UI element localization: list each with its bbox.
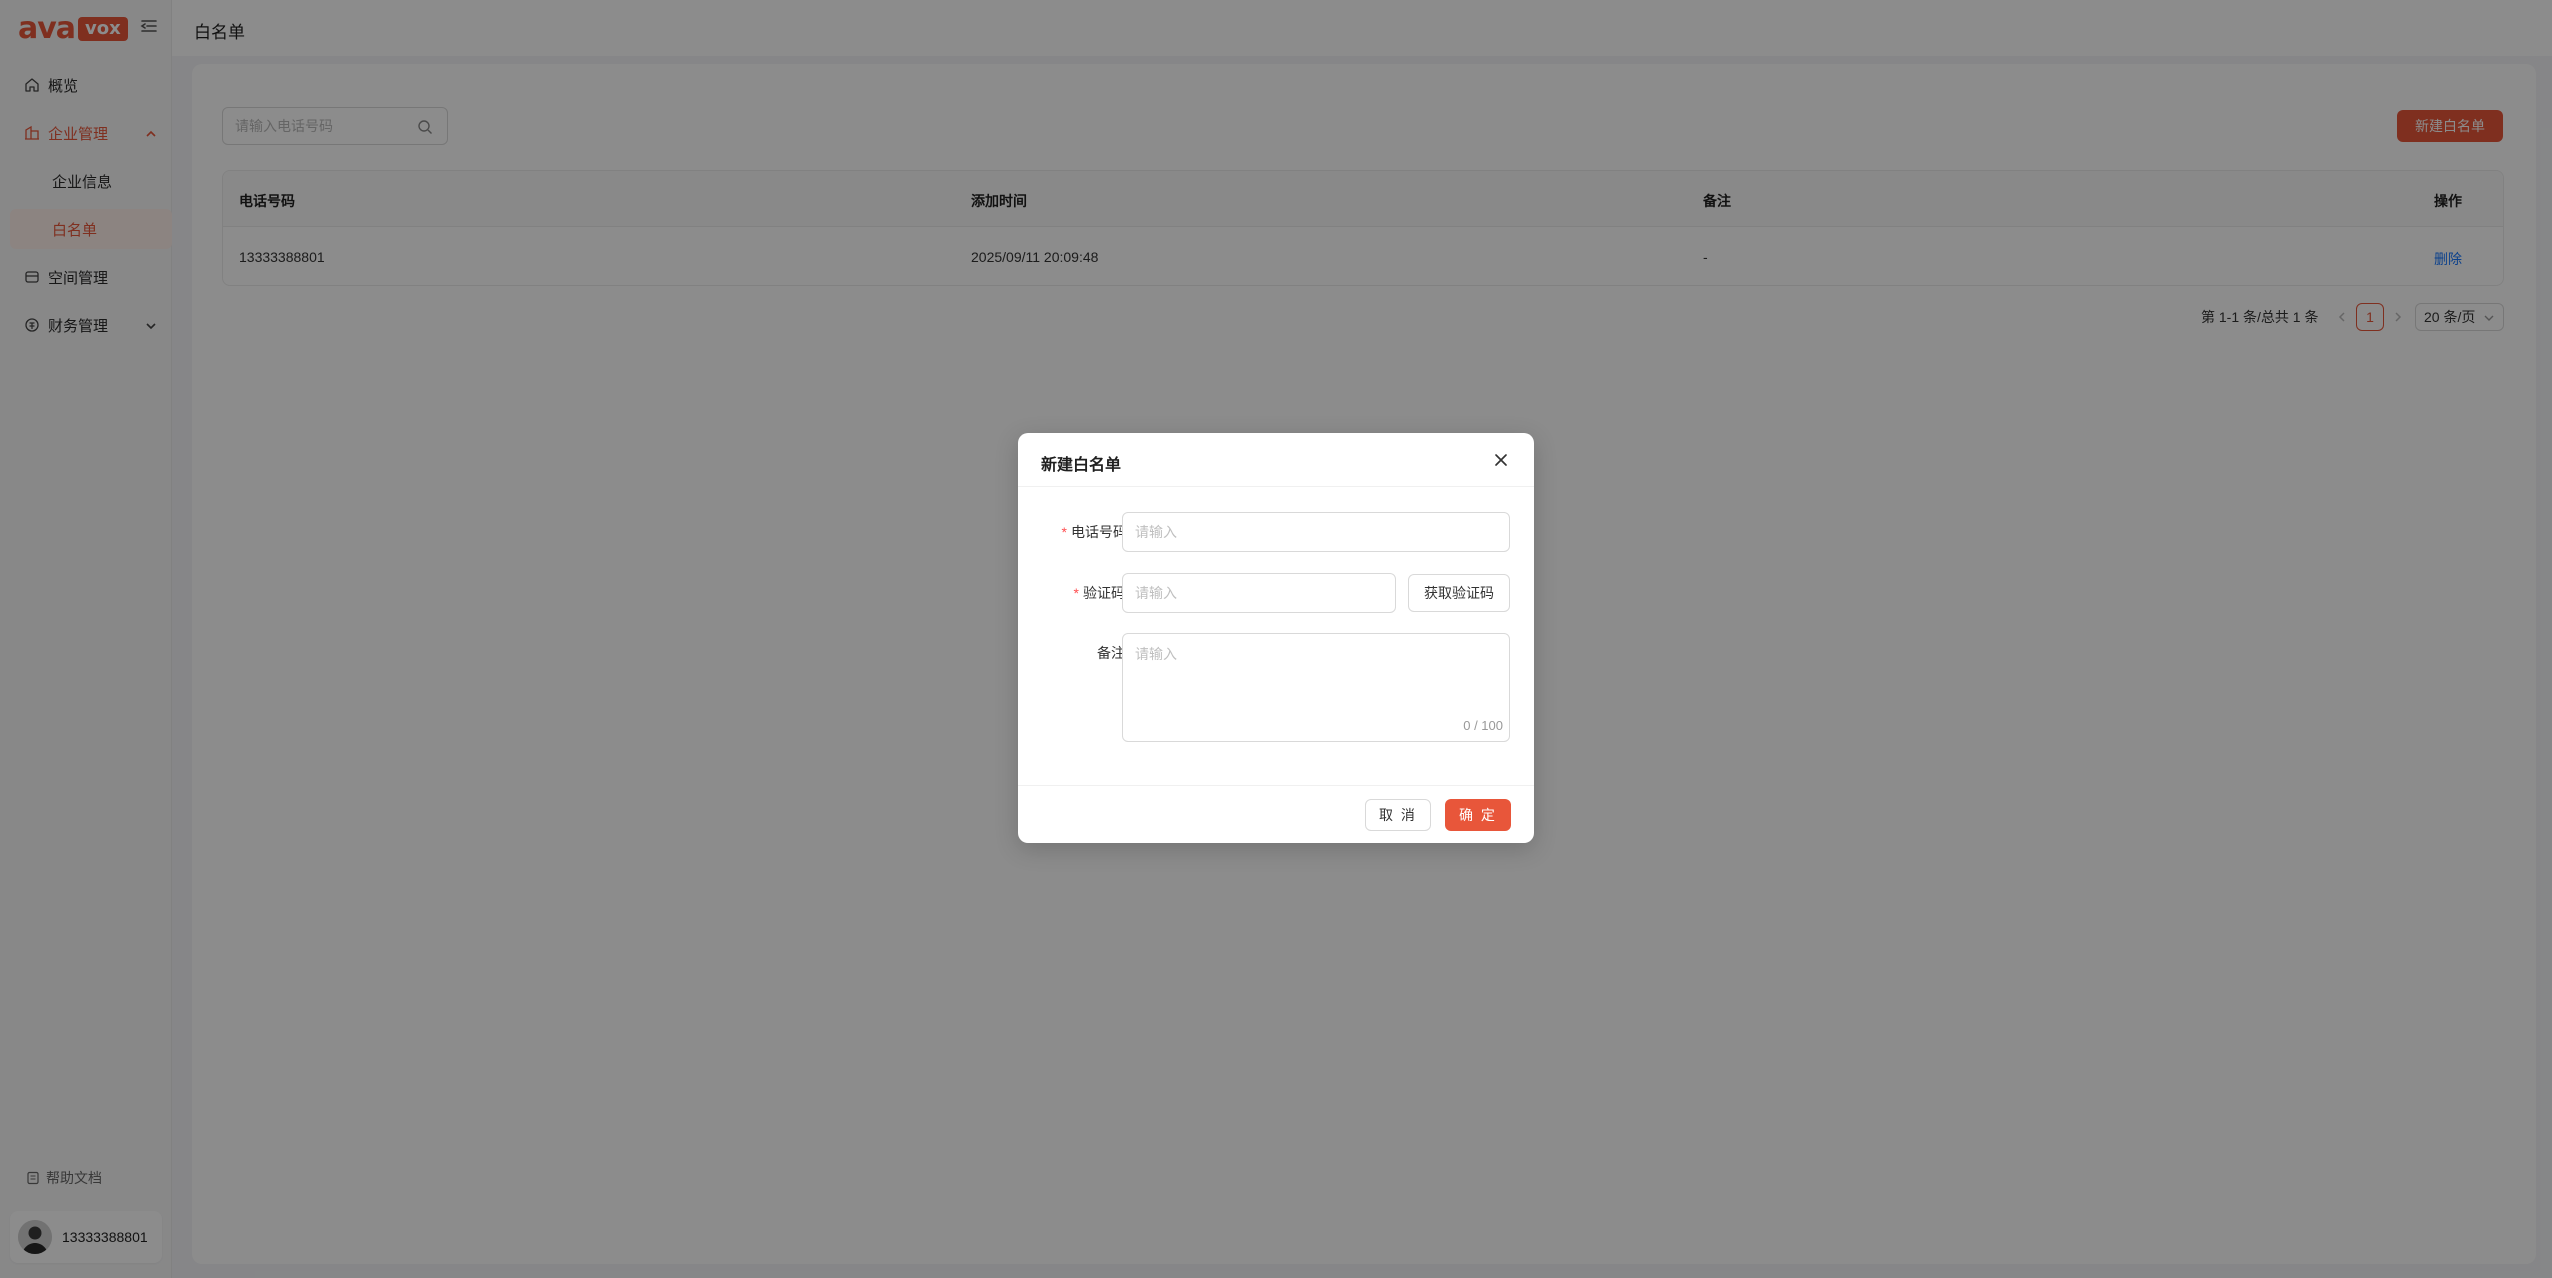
required-mark: * (1061, 524, 1067, 540)
modal-header: 新建白名单 (1018, 433, 1534, 487)
close-icon[interactable] (1490, 449, 1512, 471)
note-label: 备注 (1042, 643, 1125, 663)
required-mark: * (1073, 585, 1079, 601)
phone-label-text: 电话号码 (1071, 524, 1127, 540)
code-label: * 验证码 (1042, 583, 1125, 603)
get-code-button[interactable]: 获取验证码 (1408, 574, 1510, 612)
confirm-button[interactable]: 确 定 (1445, 799, 1511, 831)
phone-label: * 电话号码 (1042, 522, 1127, 542)
new-whitelist-modal: 新建白名单 *电话号码 *验证码 获取验证码 备注 0 / 100 取 消 确 … (1018, 433, 1534, 843)
code-input[interactable] (1135, 585, 1383, 601)
modal-title: 新建白名单 (1041, 457, 1122, 474)
note-textarea[interactable] (1135, 634, 1497, 741)
code-label-text: 验证码 (1083, 585, 1125, 601)
note-field: 0 / 100 (1122, 633, 1510, 742)
note-counter: 0 / 100 (1463, 718, 1503, 733)
phone-field (1122, 512, 1510, 552)
phone-input[interactable] (1135, 524, 1497, 540)
note-label-text: 备注 (1097, 645, 1125, 661)
code-field (1122, 573, 1396, 613)
cancel-button[interactable]: 取 消 (1365, 799, 1431, 831)
